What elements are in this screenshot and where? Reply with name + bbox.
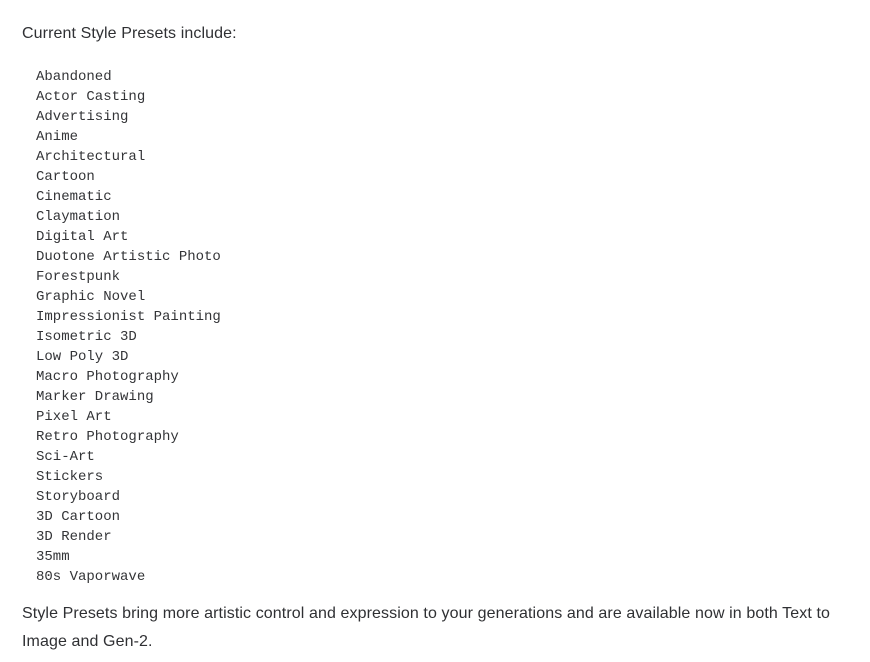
list-item: Storyboard <box>36 489 121 505</box>
list-item: Stickers <box>36 469 104 485</box>
list-item: Claymation <box>36 209 121 225</box>
list-item: Advertising <box>36 109 129 125</box>
list-item: 3D Cartoon <box>36 509 121 525</box>
outro-paragraph: Style Presets bring more artistic contro… <box>22 605 830 650</box>
list-item: Impressionist Painting <box>36 309 221 325</box>
list-item: Anime <box>36 129 79 145</box>
intro-heading: Current Style Presets include: <box>22 25 237 42</box>
list-item: Cinematic <box>36 189 112 205</box>
list-item: 80s Vaporwave <box>36 569 146 585</box>
list-item: Actor Casting <box>36 89 146 105</box>
list-item: 35mm <box>36 549 70 565</box>
list-item: Duotone Artistic Photo <box>36 249 221 265</box>
list-item: Pixel Art <box>36 409 112 425</box>
list-item: Cartoon <box>36 169 95 185</box>
list-item: Abandoned <box>36 69 112 85</box>
list-item: Architectural <box>36 149 146 165</box>
list-item: Graphic Novel <box>36 289 146 305</box>
list-item: Isometric 3D <box>36 329 137 345</box>
list-item: Marker Drawing <box>36 389 154 405</box>
list-item: Low Poly 3D <box>36 349 129 365</box>
list-item: Macro Photography <box>36 369 179 385</box>
list-item: 3D Render <box>36 529 112 545</box>
style-presets-list: Abandoned Actor Casting Advertising Anime Ar… <box>36 67 221 587</box>
list-item: Forestpunk <box>36 269 121 285</box>
list-item: Retro Photography <box>36 429 179 445</box>
list-item: Digital Art <box>36 229 129 245</box>
list-item: Sci-Art <box>36 449 95 465</box>
